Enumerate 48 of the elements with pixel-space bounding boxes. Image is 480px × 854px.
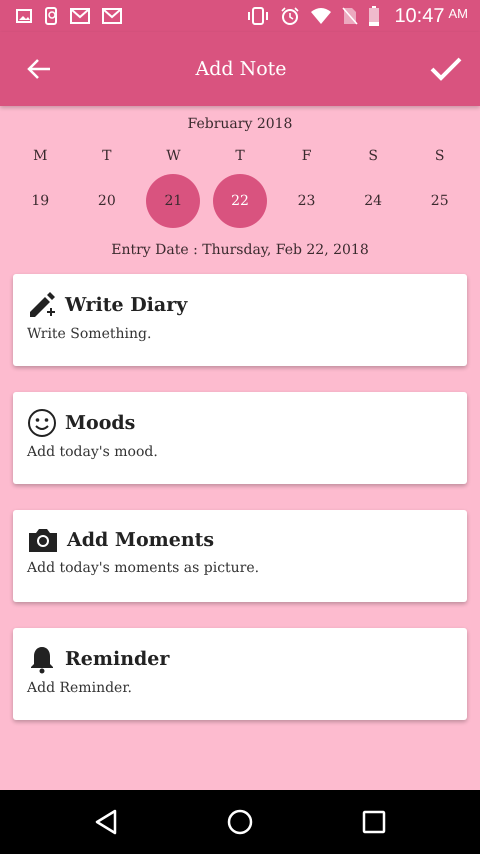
mail-icon [70, 8, 90, 24]
weekday-label: T [234, 148, 246, 164]
recents-icon [362, 810, 386, 834]
phone-icon [44, 7, 58, 25]
card-title: Reminder [65, 648, 170, 670]
wifi-icon [310, 7, 332, 25]
card-title: Add Moments [67, 529, 214, 551]
alarm-icon [280, 6, 300, 26]
checkmark-icon [430, 56, 462, 82]
screen-title: Add Note [195, 58, 287, 80]
home-icon [226, 808, 254, 836]
card-title: Moods [65, 412, 136, 434]
mail-icon [102, 8, 122, 24]
weekday-label: F [300, 148, 312, 164]
calendar-day[interactable]: 21 [146, 174, 200, 228]
calendar-day[interactable]: 25 [412, 174, 467, 228]
card-subtitle: Add Reminder. [27, 680, 132, 696]
weekday-label: S [434, 148, 446, 164]
pencil-icon [27, 290, 57, 320]
card-subtitle: Add today's moments as picture. [27, 560, 260, 576]
camera-icon [27, 526, 59, 554]
weekday-label: S [367, 148, 379, 164]
note-option-card[interactable]: Reminder Add Reminder. [13, 628, 467, 720]
weekday-label: T [101, 148, 113, 164]
entry-date: Entry Date : Thursday, Feb 22, 2018 [110, 242, 370, 258]
month-label: February 2018 [186, 116, 294, 132]
status-time: 10:47 [394, 4, 444, 28]
calendar-day[interactable]: 19 [13, 174, 68, 228]
weekday-label: W [165, 148, 182, 164]
vibrate-icon [246, 7, 270, 25]
image-icon [16, 8, 32, 24]
smiley-icon [27, 408, 57, 438]
calendar-day[interactable]: 22 [212, 174, 267, 228]
calendar-day[interactable]: 24 [346, 174, 400, 228]
back-icon [94, 809, 118, 835]
status-ampm: AM [448, 6, 468, 20]
calendar-day[interactable]: 23 [280, 174, 334, 228]
weekday-label: M [32, 148, 48, 164]
card-subtitle: Add today's mood. [27, 444, 158, 460]
battery-icon [368, 6, 380, 26]
note-option-card[interactable]: Write Diary Write Something. [13, 274, 467, 366]
no-sim-icon [342, 7, 358, 25]
note-option-card[interactable]: Add Moments Add today's moments as picture. [13, 510, 467, 602]
calendar-day[interactable]: 20 [80, 174, 134, 228]
card-title: Write Diary [65, 294, 188, 316]
note-option-card[interactable]: Moods Add today's mood. [13, 392, 467, 484]
back-arrow-icon [26, 58, 52, 80]
card-subtitle: Write Something. [27, 326, 152, 342]
